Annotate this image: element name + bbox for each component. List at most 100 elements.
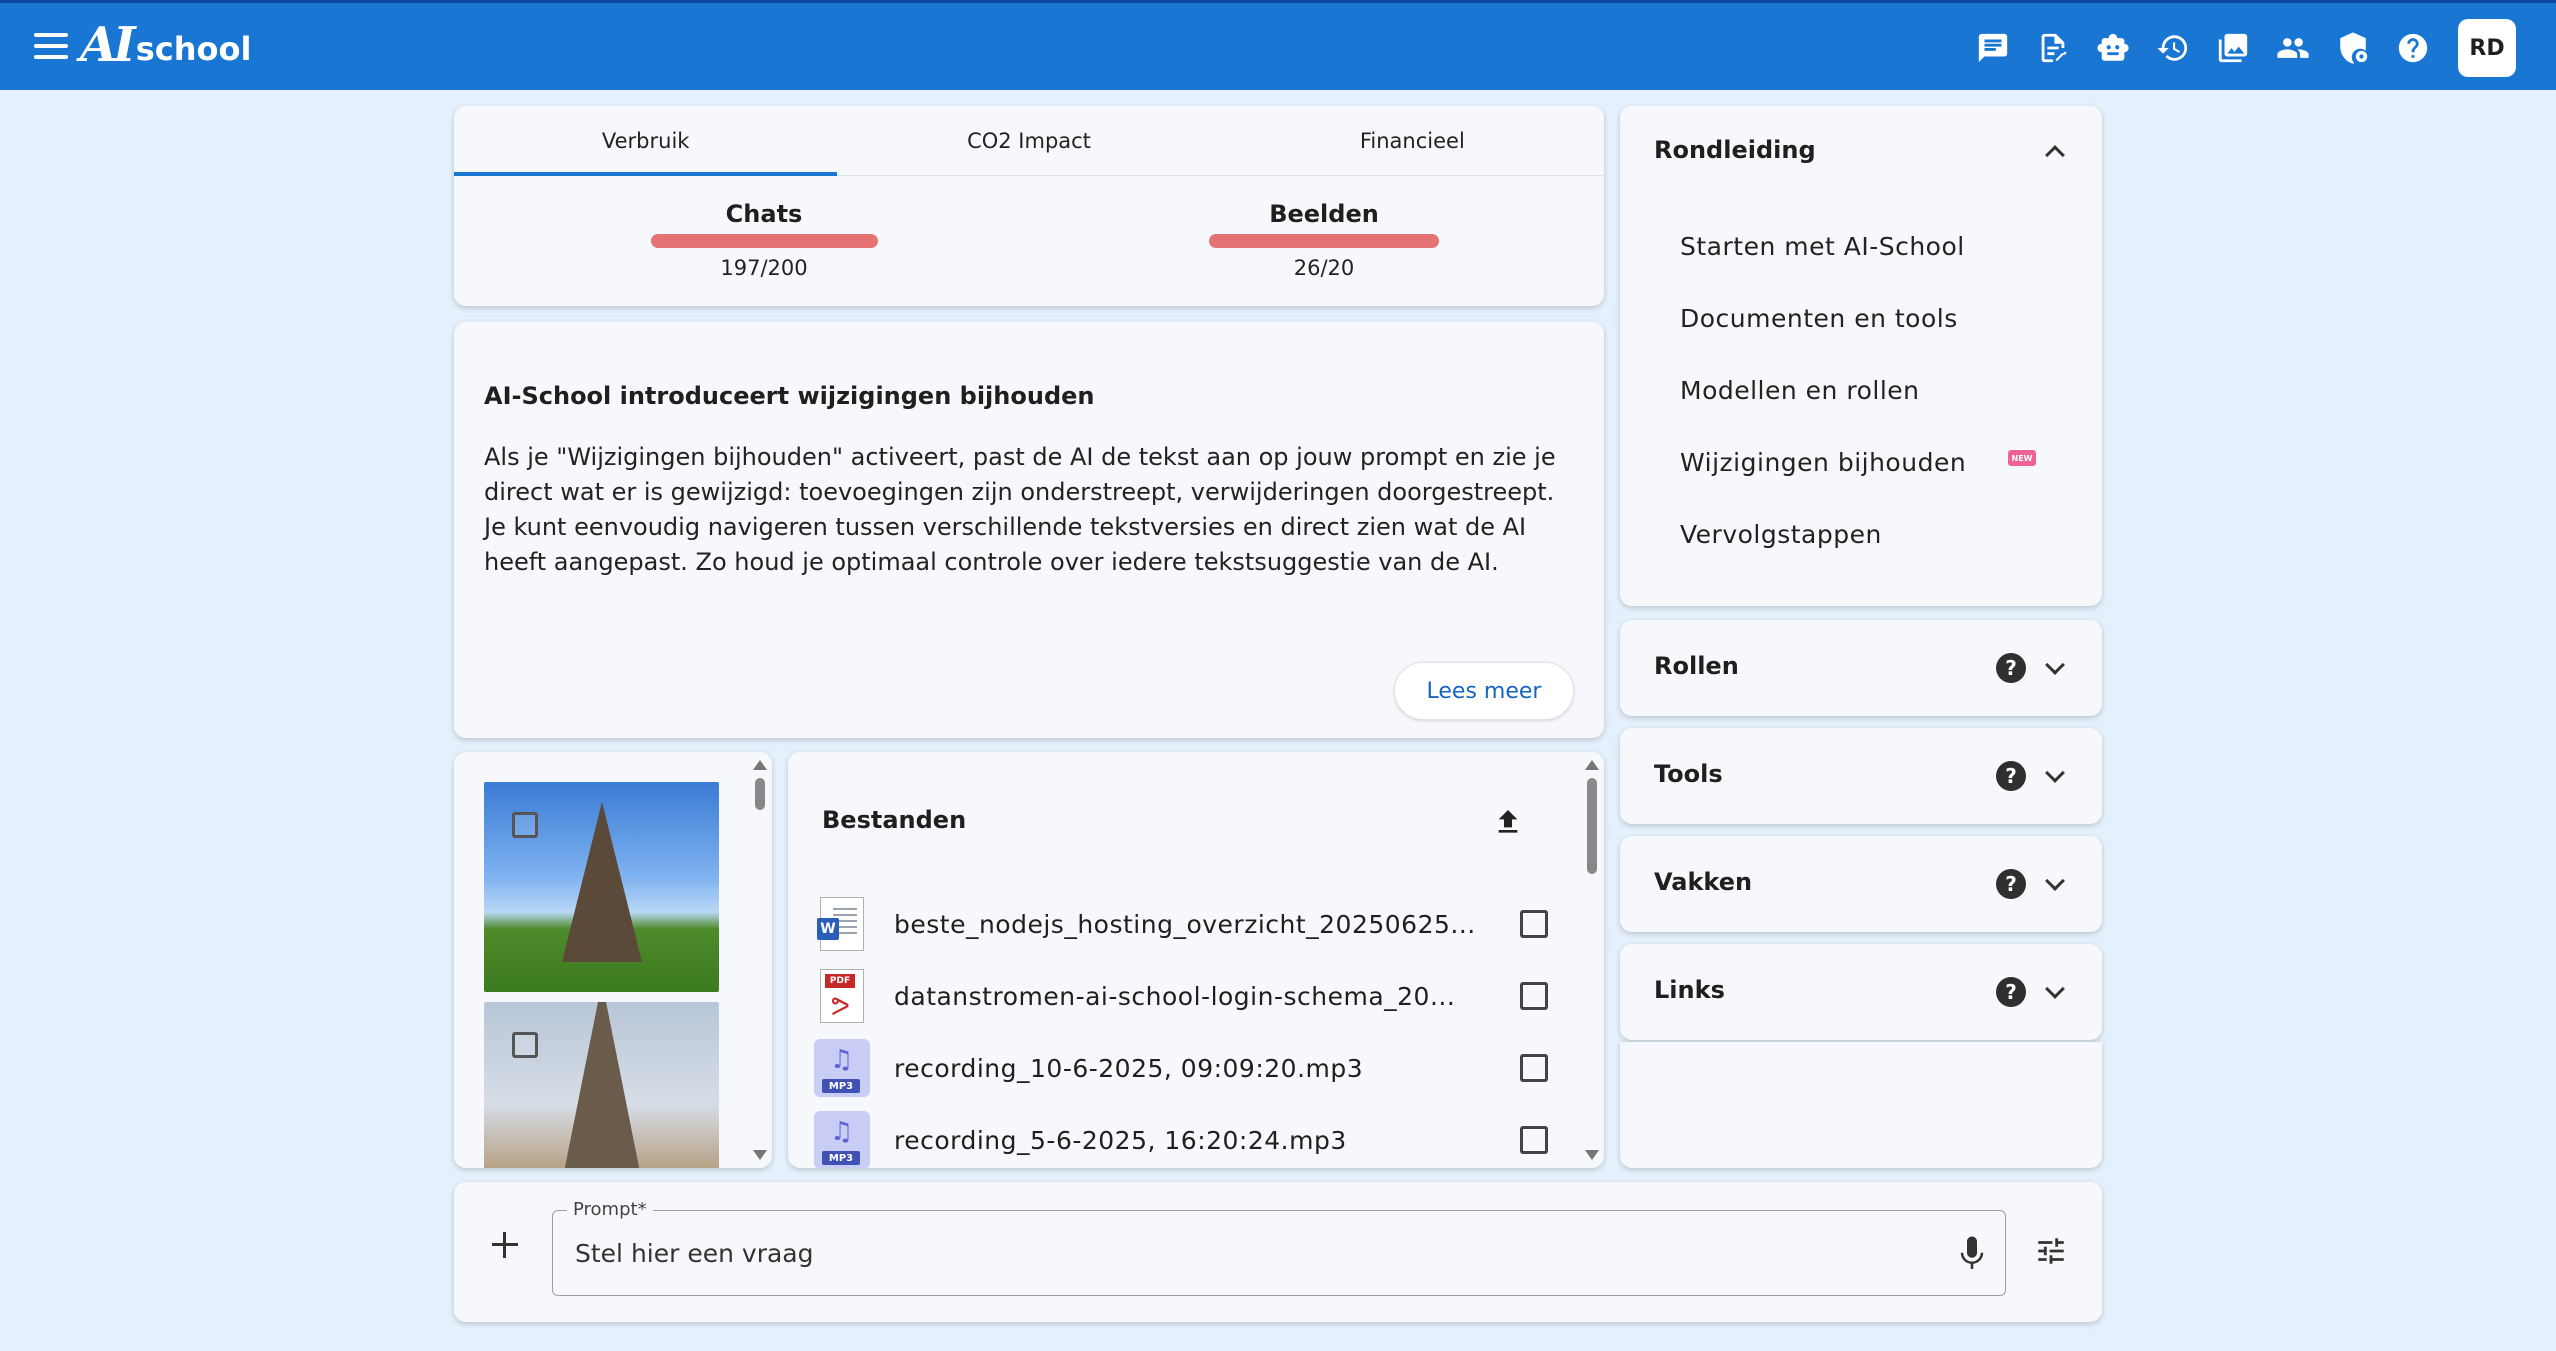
image-thumbnail[interactable] bbox=[484, 782, 719, 992]
announcement-card: AI-School introduceert wijzigingen bijho… bbox=[454, 322, 1604, 738]
files-title: Bestanden bbox=[822, 806, 967, 834]
announcement-body: Als je "Wijzigingen bijhouden" activeert… bbox=[484, 443, 1556, 576]
group-icon[interactable] bbox=[2270, 25, 2316, 71]
accordion-title: Vakken bbox=[1654, 868, 1753, 896]
chevron-down-icon[interactable] bbox=[2045, 979, 2065, 999]
accordion-title: Rollen bbox=[1654, 652, 1739, 680]
eiffel-tower-image bbox=[561, 1002, 642, 1168]
guide-item-vervolgstappen[interactable]: Vervolgstappen bbox=[1680, 520, 1882, 549]
meter-chats: Chats 197/200 bbox=[564, 200, 964, 280]
avatar[interactable]: RD bbox=[2458, 19, 2516, 77]
prompt-input[interactable] bbox=[575, 1233, 1895, 1273]
help-icon[interactable] bbox=[2390, 25, 2436, 71]
file-name: recording_5-6-2025, 16:20:24.mp3 bbox=[894, 1125, 1347, 1155]
meter-title: Beelden bbox=[1269, 200, 1379, 228]
file-name: datanstromen-ai-school-login-schema_20..… bbox=[894, 981, 1456, 1011]
upload-icon[interactable] bbox=[1492, 806, 1524, 838]
accordion-rollen[interactable]: Rollen ? bbox=[1620, 620, 2102, 716]
mp3-file-icon: ♫ MP3 bbox=[814, 1111, 870, 1168]
guide-item-wijzigingen[interactable]: Wijzigingen bijhouden bbox=[1680, 448, 1966, 477]
scroll-down-icon[interactable] bbox=[1585, 1150, 1599, 1160]
chevron-down-icon[interactable] bbox=[2045, 763, 2065, 783]
image-thumbnail[interactable] bbox=[484, 1002, 719, 1168]
robot-icon[interactable] bbox=[2090, 25, 2136, 71]
guide-item-modellen[interactable]: Modellen en rollen bbox=[1680, 376, 1920, 405]
accordion-tools[interactable]: Tools ? bbox=[1620, 728, 2102, 824]
chevron-down-icon[interactable] bbox=[2045, 871, 2065, 891]
menu-icon[interactable] bbox=[34, 33, 68, 61]
top-actions: RD bbox=[1956, 19, 2516, 77]
images-icon[interactable] bbox=[2210, 25, 2256, 71]
file-name: recording_10-6-2025, 09:09:20.mp3 bbox=[894, 1053, 1364, 1083]
usage-tabs: Verbruik CO2 Impact Financieel bbox=[454, 106, 1604, 176]
meter-bar bbox=[650, 234, 878, 248]
help-circle-icon[interactable]: ? bbox=[1996, 869, 2026, 899]
history-icon[interactable] bbox=[2150, 25, 2196, 71]
tune-settings-icon[interactable] bbox=[2034, 1234, 2068, 1268]
meter-count: 26/20 bbox=[1293, 256, 1355, 280]
images-scrollbar[interactable] bbox=[752, 760, 768, 1160]
shield-settings-icon[interactable] bbox=[2330, 25, 2376, 71]
meter-beelden: Beelden 26/20 bbox=[1124, 200, 1524, 280]
list-item[interactable]: ♫ MP3 recording_10-6-2025, 09:09:20.mp3 bbox=[814, 1038, 1554, 1098]
microphone-icon[interactable] bbox=[1957, 1235, 1987, 1273]
chevron-down-icon[interactable] bbox=[2045, 655, 2065, 675]
scroll-up-icon[interactable] bbox=[1585, 760, 1599, 770]
prompt-field[interactable]: Prompt* bbox=[552, 1199, 2006, 1296]
eiffel-tower-image bbox=[561, 802, 642, 962]
meter-count: 197/200 bbox=[720, 256, 808, 280]
pdf-file-icon: PDF ᕗ bbox=[814, 968, 870, 1024]
usage-meters: Chats 197/200 Beelden 26/20 bbox=[454, 176, 1604, 280]
file-checkbox[interactable] bbox=[1520, 1126, 1548, 1154]
accordion-title: Links bbox=[1654, 976, 1725, 1004]
tab-verbruik[interactable]: Verbruik bbox=[454, 106, 838, 176]
prompt-label: Prompt* bbox=[567, 1199, 653, 1220]
announcement-title: AI-School introduceert wijzigingen bijho… bbox=[484, 382, 1095, 410]
right-panel-filler bbox=[1620, 1042, 2102, 1168]
top-app-bar: AI school RD bbox=[0, 0, 2556, 90]
meter-bar bbox=[1209, 234, 1439, 248]
guide-item-starten[interactable]: Starten met AI-School bbox=[1680, 232, 1965, 261]
images-card bbox=[454, 752, 772, 1168]
help-circle-icon[interactable]: ? bbox=[1996, 653, 2026, 683]
accordion-links[interactable]: Links ? bbox=[1620, 944, 2102, 1040]
new-badge: NEW bbox=[2008, 450, 2036, 466]
tab-financieel[interactable]: Financieel bbox=[1221, 106, 1604, 175]
app-logo[interactable]: AI school bbox=[80, 17, 251, 73]
scroll-thumb[interactable] bbox=[1587, 778, 1597, 874]
scroll-thumb[interactable] bbox=[755, 778, 765, 810]
tab-co2-impact[interactable]: CO2 Impact bbox=[837, 106, 1220, 175]
image-checkbox[interactable] bbox=[512, 812, 538, 838]
logo-mark: AI bbox=[80, 17, 136, 73]
help-circle-icon[interactable]: ? bbox=[1996, 761, 2026, 791]
file-checkbox[interactable] bbox=[1520, 910, 1548, 938]
chevron-up-icon[interactable] bbox=[2045, 145, 2065, 165]
guide-title: Rondleiding bbox=[1654, 136, 1816, 164]
file-name: beste_nodejs_hosting_overzicht_20250625.… bbox=[894, 909, 1476, 939]
mp3-file-icon: ♫ MP3 bbox=[814, 1039, 870, 1097]
accordion-vakken[interactable]: Vakken ? bbox=[1620, 836, 2102, 932]
guide-item-documenten[interactable]: Documenten en tools bbox=[1680, 304, 1958, 333]
scroll-down-icon[interactable] bbox=[753, 1150, 767, 1160]
image-checkbox[interactable] bbox=[512, 1032, 538, 1058]
guide-panel: Rondleiding Starten met AI-School Docume… bbox=[1620, 106, 2102, 606]
help-circle-icon[interactable]: ? bbox=[1996, 977, 2026, 1007]
file-checkbox[interactable] bbox=[1520, 982, 1548, 1010]
prompt-bar: Prompt* bbox=[454, 1182, 2102, 1322]
files-card: Bestanden W beste_nodejs_hosting_overzic… bbox=[788, 752, 1604, 1168]
list-item[interactable]: ♫ MP3 recording_5-6-2025, 16:20:24.mp3 bbox=[814, 1110, 1554, 1168]
add-icon[interactable] bbox=[490, 1230, 520, 1260]
list-item[interactable]: PDF ᕗ datanstromen-ai-school-login-schema… bbox=[814, 966, 1554, 1026]
read-more-button[interactable]: Lees meer bbox=[1394, 662, 1574, 720]
list-item[interactable]: W beste_nodejs_hosting_overzicht_2025062… bbox=[814, 894, 1554, 954]
accordion-title: Tools bbox=[1654, 760, 1723, 788]
word-file-icon: W bbox=[814, 896, 870, 952]
files-scrollbar[interactable] bbox=[1584, 760, 1600, 1160]
file-checkbox[interactable] bbox=[1520, 1054, 1548, 1082]
document-edit-icon[interactable] bbox=[2030, 25, 2076, 71]
usage-card: Verbruik CO2 Impact Financieel Chats 197… bbox=[454, 106, 1604, 306]
meter-title: Chats bbox=[725, 200, 803, 228]
logo-text: school bbox=[135, 30, 252, 68]
chat-icon[interactable] bbox=[1970, 25, 2016, 71]
scroll-up-icon[interactable] bbox=[753, 760, 767, 770]
